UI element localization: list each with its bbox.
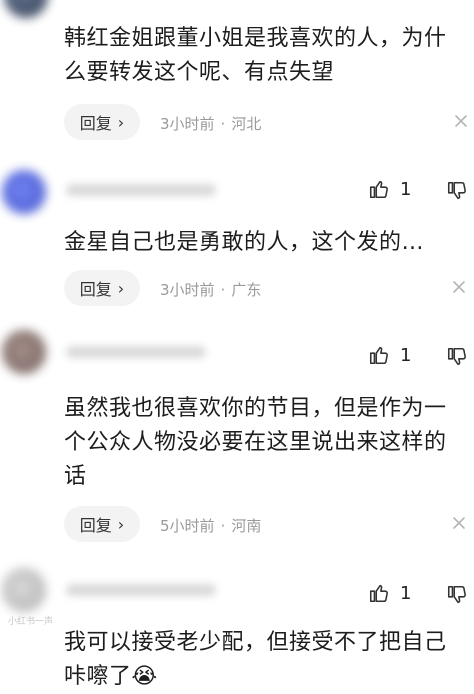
comment-meta: 5小时前 · 河南	[160, 515, 261, 536]
thumbs-up-icon	[369, 180, 388, 199]
chevron-right-icon: ›	[117, 514, 125, 534]
thumbs-down-icon	[447, 347, 466, 366]
reply-button[interactable]: 回复 ›	[64, 270, 140, 306]
like-count: 1	[400, 344, 412, 366]
close-icon[interactable]	[452, 516, 466, 530]
chevron-right-icon: ›	[117, 112, 125, 132]
comment-text: 我可以接受老少配，但接受不了把自己咔嚓了😭	[64, 626, 456, 694]
chevron-right-icon: ›	[117, 278, 125, 298]
thumbs-down-icon	[447, 181, 466, 200]
comment-text-body: 我可以接受老少配，但接受不了把自己咔嚓了	[64, 630, 447, 689]
thumbs-up-icon	[369, 584, 388, 603]
like-count: 1	[400, 178, 412, 200]
avatar[interactable]	[2, 170, 46, 214]
reply-label: 回复	[79, 114, 112, 133]
comment-text: 金星自己也是勇敢的人，这个发的…	[64, 230, 425, 255]
comment-location: 河北	[231, 115, 262, 133]
meta-separator: ·	[220, 115, 226, 133]
like-button[interactable]: 1	[368, 178, 411, 200]
reply-button[interactable]: 回复 ›	[64, 506, 140, 542]
username[interactable]	[66, 584, 216, 596]
comment-time: 5小时前	[160, 517, 215, 535]
comment-text: 韩红金姐跟董小姐是我喜欢的人，为什么要转发这个呢、有点失望	[64, 26, 447, 85]
reply-button[interactable]: 回复 ›	[64, 104, 140, 140]
avatar[interactable]	[2, 568, 46, 612]
dislike-button[interactable]	[446, 584, 468, 606]
dislike-button[interactable]	[446, 180, 468, 202]
reply-label: 回复	[79, 280, 112, 299]
watermark: 小红书一声	[8, 617, 54, 627]
thumbs-up-icon	[369, 346, 388, 365]
username[interactable]	[66, 346, 206, 358]
close-icon[interactable]	[452, 280, 466, 294]
close-icon[interactable]	[454, 114, 468, 128]
comment-meta: 3小时前 · 广东	[160, 279, 261, 300]
reply-label: 回复	[79, 516, 112, 535]
comment-time: 3小时前	[160, 281, 215, 299]
username[interactable]	[66, 184, 216, 196]
comment-location: 广东	[231, 281, 262, 299]
meta-separator: ·	[220, 517, 226, 535]
comment-text: 虽然我也很喜欢你的节目，但是作为一个公众人物没必要在这里说出来这样的话	[64, 396, 447, 489]
crying-emoji-icon: 😭	[131, 664, 158, 689]
like-button[interactable]: 1	[368, 582, 411, 604]
dislike-button[interactable]	[446, 346, 468, 368]
like-count: 1	[400, 582, 412, 604]
comment-time: 3小时前	[160, 115, 215, 133]
like-button[interactable]: 1	[368, 344, 411, 366]
avatar[interactable]	[2, 330, 46, 374]
comment-location: 河南	[231, 517, 262, 535]
comment-meta: 3小时前 · 河北	[160, 113, 261, 134]
meta-separator: ·	[220, 281, 226, 299]
avatar[interactable]	[4, 0, 48, 18]
thumbs-down-icon	[447, 585, 466, 604]
